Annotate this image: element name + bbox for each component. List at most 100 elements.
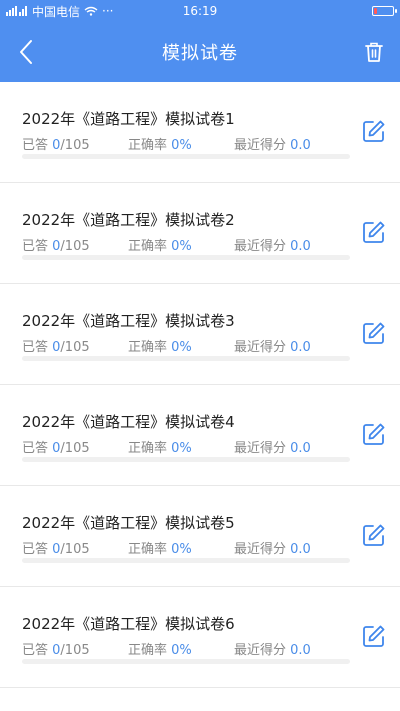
progress-bar [22,558,350,563]
progress-bar [22,356,350,361]
edit-icon [363,322,385,344]
answered-label: 已答 [22,643,53,658]
accuracy-stat: 正确率 0% [128,538,234,557]
exam-stats: 已答 0/105 正确率 0% 最近得分 0.0 [22,639,350,658]
answered-total: /105 [60,643,90,658]
answered-stat: 已答 0/105 [22,538,128,557]
accuracy-value: 0% [171,239,192,254]
edit-button[interactable] [360,218,388,246]
edit-icon [363,524,385,546]
wifi-icon [84,6,98,16]
trash-icon [365,42,383,62]
accuracy-label: 正确率 [128,441,172,456]
answered-stat: 已答 0/105 [22,235,128,254]
answered-label: 已答 [22,340,53,355]
back-button[interactable] [8,34,44,70]
accuracy-stat: 正确率 0% [128,639,234,658]
page-title: 模拟试卷 [162,43,238,64]
answered-label: 已答 [22,239,53,254]
score-stat: 最近得分 0.0 [234,336,311,355]
accuracy-value: 0% [171,542,192,557]
exam-stats: 已答 0/105 正确率 0% 最近得分 0.0 [22,134,350,153]
edit-button[interactable] [360,319,388,347]
exam-stats: 已答 0/105 正确率 0% 最近得分 0.0 [22,538,350,557]
exam-title: 2022年《道路工程》模拟试卷4 [22,413,235,431]
edit-icon [363,625,385,647]
score-label: 最近得分 [234,138,291,153]
score-stat: 最近得分 0.0 [234,235,311,254]
edit-icon [363,423,385,445]
accuracy-label: 正确率 [128,542,172,557]
score-stat: 最近得分 0.0 [234,639,311,658]
accuracy-stat: 正确率 0% [128,134,234,153]
edit-icon [363,120,385,142]
battery-level [374,8,378,14]
answered-total: /105 [60,340,90,355]
exam-row[interactable]: 2022年《道路工程》模拟试卷1 已答 0/105 正确率 0% 最近得分 0.… [0,82,400,183]
score-stat: 最近得分 0.0 [234,538,311,557]
score-label: 最近得分 [234,441,291,456]
edit-button[interactable] [360,622,388,650]
accuracy-value: 0% [171,340,192,355]
chevron-left-icon [20,40,32,64]
score-value: 0.0 [290,239,311,254]
score-value: 0.0 [290,643,311,658]
answered-stat: 已答 0/105 [22,437,128,456]
accuracy-label: 正确率 [128,340,172,355]
accuracy-value: 0% [171,643,192,658]
accuracy-stat: 正确率 0% [128,437,234,456]
answered-total: /105 [60,138,90,153]
exam-title: 2022年《道路工程》模拟试卷5 [22,514,235,532]
exam-stats: 已答 0/105 正确率 0% 最近得分 0.0 [22,437,350,456]
answered-label: 已答 [22,138,53,153]
battery-icon [372,6,397,16]
answered-total: /105 [60,542,90,557]
answered-total: /105 [60,239,90,254]
progress-bar [22,457,350,462]
score-label: 最近得分 [234,542,291,557]
exam-title: 2022年《道路工程》模拟试卷3 [22,312,235,330]
exam-title: 2022年《道路工程》模拟试卷6 [22,615,235,633]
answered-stat: 已答 0/105 [22,639,128,658]
app-header: 模拟试卷 [0,22,400,82]
edit-button[interactable] [360,420,388,448]
exam-stats: 已答 0/105 正确率 0% 最近得分 0.0 [22,336,350,355]
score-label: 最近得分 [234,239,291,254]
score-value: 0.0 [290,340,311,355]
score-stat: 最近得分 0.0 [234,134,311,153]
exam-list: 2022年《道路工程》模拟试卷1 已答 0/105 正确率 0% 最近得分 0.… [0,82,400,688]
answered-total: /105 [60,441,90,456]
accuracy-stat: 正确率 0% [128,235,234,254]
exam-row[interactable]: 2022年《道路工程》模拟试卷6 已答 0/105 正确率 0% 最近得分 0.… [0,587,400,688]
score-value: 0.0 [290,542,311,557]
carrier-name: 中国电信 [32,4,81,19]
signal-icon [6,6,27,16]
score-label: 最近得分 [234,340,291,355]
accuracy-label: 正确率 [128,643,172,658]
accuracy-stat: 正确率 0% [128,336,234,355]
status-bar: 中国电信 ··· 16:19 [0,0,400,22]
progress-bar [22,154,350,159]
score-value: 0.0 [290,441,311,456]
accuracy-label: 正确率 [128,138,172,153]
exam-row[interactable]: 2022年《道路工程》模拟试卷2 已答 0/105 正确率 0% 最近得分 0.… [0,183,400,284]
exam-stats: 已答 0/105 正确率 0% 最近得分 0.0 [22,235,350,254]
more-indicator: ··· [102,4,114,18]
score-label: 最近得分 [234,643,291,658]
exam-row[interactable]: 2022年《道路工程》模拟试卷4 已答 0/105 正确率 0% 最近得分 0.… [0,385,400,486]
progress-bar [22,255,350,260]
answered-stat: 已答 0/105 [22,134,128,153]
exam-row[interactable]: 2022年《道路工程》模拟试卷3 已答 0/105 正确率 0% 最近得分 0.… [0,284,400,385]
exam-title: 2022年《道路工程》模拟试卷2 [22,211,235,229]
edit-button[interactable] [360,117,388,145]
exam-row[interactable]: 2022年《道路工程》模拟试卷5 已答 0/105 正确率 0% 最近得分 0.… [0,486,400,587]
accuracy-value: 0% [171,138,192,153]
status-left: 中国电信 ··· [6,3,113,20]
accuracy-value: 0% [171,441,192,456]
accuracy-label: 正确率 [128,239,172,254]
answered-stat: 已答 0/105 [22,336,128,355]
answered-label: 已答 [22,441,53,456]
progress-bar [22,659,350,664]
delete-button[interactable] [356,34,392,70]
edit-button[interactable] [360,521,388,549]
